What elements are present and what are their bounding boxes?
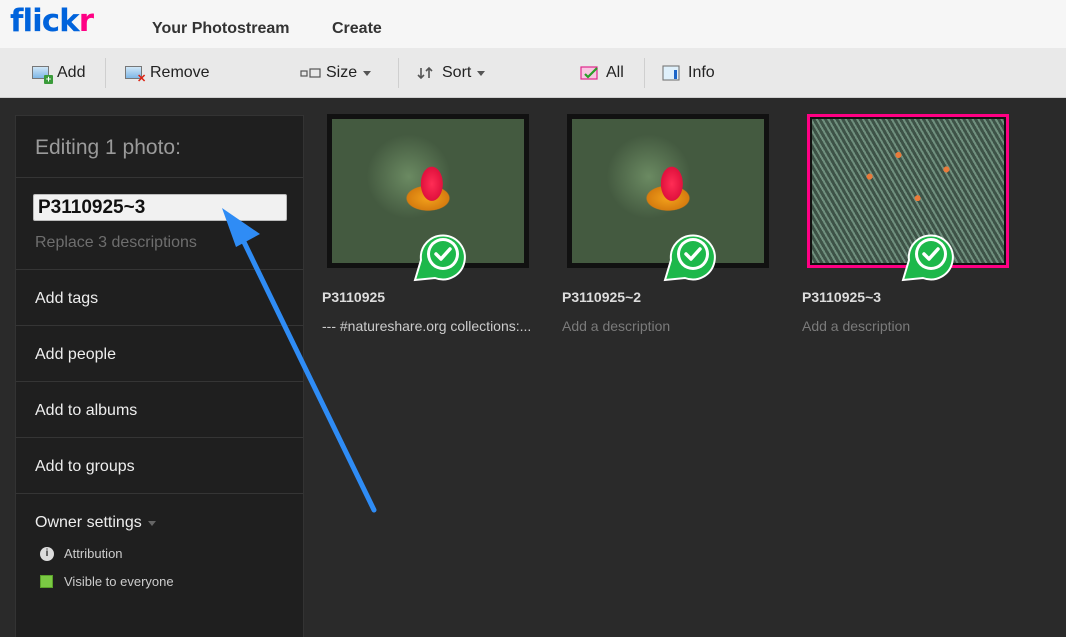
remove-photo-icon: ✕ xyxy=(124,65,146,85)
replace-descriptions-link[interactable]: Replace 3 descriptions xyxy=(35,234,197,252)
nav-link-create[interactable]: Create xyxy=(332,20,382,38)
editing-title: Editing 1 photo: xyxy=(35,136,181,159)
add-people-link[interactable]: Add people xyxy=(35,346,116,364)
owner-settings-toggle[interactable]: Owner settings xyxy=(35,514,156,532)
visibility-setting[interactable]: Visible to everyone xyxy=(40,574,174,589)
info-circle-icon: i xyxy=(40,546,54,561)
size-icon xyxy=(300,65,321,81)
add-to-groups-link[interactable]: Add to groups xyxy=(35,458,135,476)
select-all-icon xyxy=(580,65,600,81)
photo-description-2[interactable]: Add a description xyxy=(562,318,670,334)
nav-link-your-photostream[interactable]: Your Photostream xyxy=(152,20,290,38)
edit-sidebar: Editing 1 photo: Replace 3 descriptions … xyxy=(15,115,304,637)
photo-description-1[interactable]: --- #natureshare.org collections:... xyxy=(322,318,531,334)
checkmark-icon xyxy=(663,234,716,282)
add-tags-link[interactable]: Add tags xyxy=(35,290,98,308)
select-all-button[interactable]: All xyxy=(580,63,624,83)
visibility-icon xyxy=(40,575,53,588)
checkmark-icon xyxy=(413,234,466,282)
add-button[interactable]: + Add xyxy=(31,63,85,84)
info-button[interactable]: Info xyxy=(662,63,715,83)
chevron-down-icon xyxy=(147,520,156,526)
top-nav: flickr Your Photostream Create xyxy=(0,0,1066,48)
photo-title-2[interactable]: P3110925~2 xyxy=(562,289,641,305)
photo-description-3[interactable]: Add a description xyxy=(802,318,910,334)
photo-title-input[interactable] xyxy=(33,194,287,221)
remove-button[interactable]: ✕ Remove xyxy=(124,63,210,85)
add-to-albums-link[interactable]: Add to albums xyxy=(35,402,137,420)
photo-title-3[interactable]: P3110925~3 xyxy=(802,289,881,305)
info-icon xyxy=(662,65,682,81)
organizer-toolbar: + Add ✕ Remove Size Sort All Info xyxy=(0,48,1066,98)
chevron-down-icon xyxy=(363,70,372,76)
sort-icon xyxy=(416,65,436,81)
add-photo-icon: + xyxy=(31,65,53,84)
flickr-logo[interactable]: flickr xyxy=(10,3,94,39)
attribution-setting[interactable]: i Attribution xyxy=(40,546,123,561)
sort-dropdown[interactable]: Sort xyxy=(416,63,486,83)
photo-title-1[interactable]: P3110925 xyxy=(322,289,385,305)
size-dropdown[interactable]: Size xyxy=(300,63,372,83)
checkmark-icon xyxy=(901,234,954,282)
chevron-down-icon xyxy=(477,70,486,76)
